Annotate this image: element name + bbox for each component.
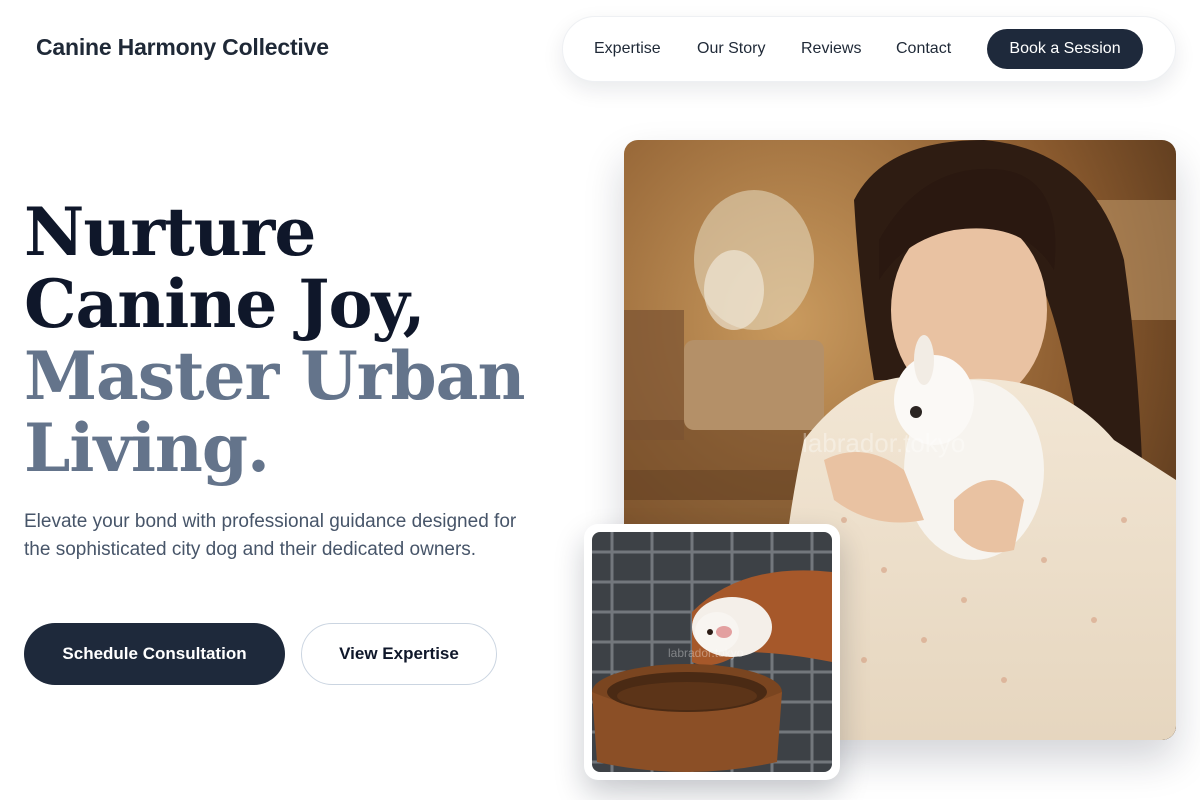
schedule-consultation-button[interactable]: Schedule Consultation [24, 623, 285, 685]
nav-link-contact[interactable]: Contact [896, 40, 951, 58]
nav-link-our-story[interactable]: Our Story [697, 40, 765, 58]
headline-line-secondary: Master Urban Living. [24, 337, 525, 487]
view-expertise-button[interactable]: View Expertise [301, 623, 497, 685]
hero-headline: Nurture Canine Joy, Master Urban Living. [24, 196, 584, 484]
main-navigation: Expertise Our Story Reviews Contact Book… [562, 16, 1176, 82]
hero-subtext: Elevate your bond with professional guid… [24, 511, 517, 560]
thumbnail-photo-guinea-pig: labrador.tokyo [592, 532, 832, 772]
nav-link-reviews[interactable]: Reviews [801, 40, 861, 58]
thumbnail-watermark: labrador.tokyo [668, 646, 744, 660]
headline-line-primary: Nurture Canine Joy, [24, 193, 426, 343]
brand-logo-text[interactable]: Canine Harmony Collective [36, 34, 329, 61]
book-session-button[interactable]: Book a Session [987, 29, 1143, 69]
hero-photo-watermark: labrador.tokyo [802, 428, 966, 458]
thumbnail-photo-frame: labrador.tokyo [584, 524, 840, 780]
nav-link-expertise[interactable]: Expertise [594, 40, 661, 58]
